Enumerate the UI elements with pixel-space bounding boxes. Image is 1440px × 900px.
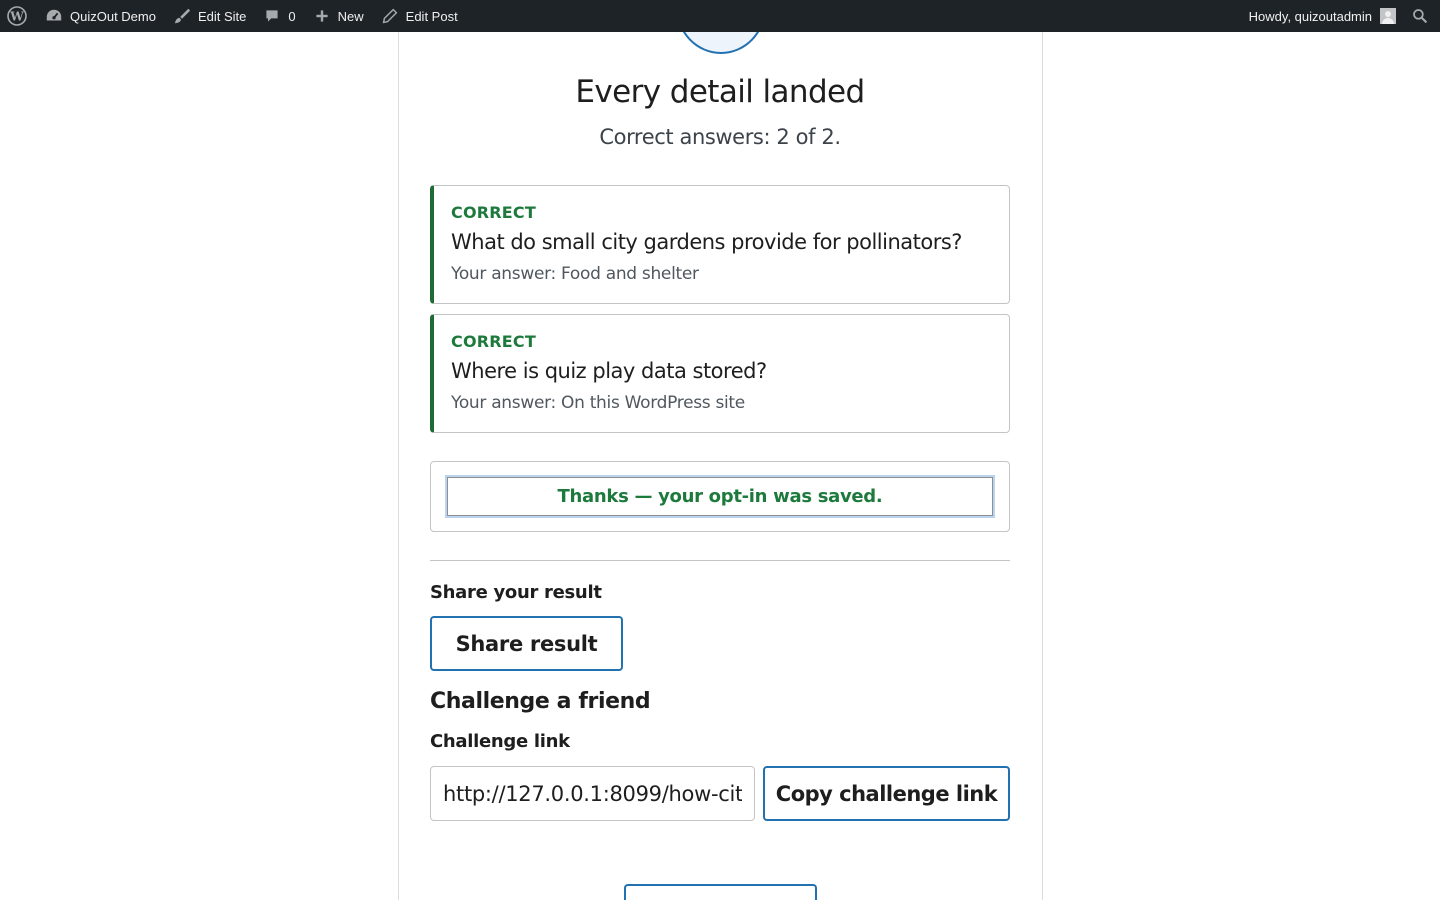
- comments-count: 0: [288, 8, 296, 24]
- edit-post-link[interactable]: Edit Post: [372, 0, 466, 32]
- section-divider: [430, 560, 1010, 561]
- answer-given: Your answer: On this WordPress site: [451, 393, 745, 413]
- optin-message: Thanks — your opt-in was saved.: [445, 475, 995, 518]
- answer-card: CORRECT Where is quiz play data stored? …: [430, 314, 1010, 433]
- edit-site-link[interactable]: Edit Site: [164, 0, 254, 32]
- account-greeting: Howdy, quizoutadmin: [1248, 8, 1372, 24]
- answer-status: CORRECT: [451, 203, 536, 222]
- brush-icon: [172, 6, 192, 26]
- answer-given: Your answer: Food and shelter: [451, 264, 699, 284]
- site-name-menu[interactable]: QuizOut Demo: [36, 0, 164, 32]
- share-label: Share your result: [430, 582, 602, 603]
- new-label: New: [337, 8, 364, 24]
- result-title: Every detail landed: [575, 74, 865, 110]
- share-result-button[interactable]: Share result: [430, 616, 623, 671]
- admin-bar-search[interactable]: [1404, 0, 1440, 32]
- pencil-icon: [380, 6, 400, 26]
- edit-site-label: Edit Site: [197, 8, 247, 24]
- comments-link[interactable]: 0: [254, 0, 303, 32]
- optin-confirmation: Thanks — your opt-in was saved.: [430, 461, 1010, 532]
- new-content-menu[interactable]: New: [304, 0, 372, 32]
- challenge-link-field[interactable]: [430, 766, 755, 821]
- wordpress-logo-icon: W: [6, 5, 28, 27]
- admin-bar: W QuizOut Demo Edit Site 0 New Edit Post…: [0, 0, 1440, 32]
- my-account-menu[interactable]: Howdy, quizoutadmin: [1241, 0, 1404, 32]
- avatar: [1380, 8, 1396, 24]
- edit-post-label: Edit Post: [405, 8, 458, 24]
- answer-card: CORRECT What do small city gardens provi…: [430, 185, 1010, 304]
- search-icon: [1410, 6, 1430, 26]
- next-action-button[interactable]: [624, 884, 817, 900]
- answer-question: What do small city gardens provide for p…: [451, 230, 962, 254]
- answer-status: CORRECT: [451, 332, 536, 351]
- plus-icon: [312, 6, 332, 26]
- site-name-label: QuizOut Demo: [70, 8, 156, 24]
- svg-text:W: W: [9, 10, 24, 24]
- answer-question: Where is quiz play data stored?: [451, 359, 767, 383]
- challenge-heading: Challenge a friend: [430, 689, 651, 714]
- wordpress-menu[interactable]: W: [0, 0, 36, 32]
- copy-challenge-link-button[interactable]: Copy challenge link: [763, 766, 1010, 821]
- result-score: Correct answers: 2 of 2.: [599, 125, 841, 149]
- comment-bubble-icon: [262, 6, 282, 26]
- admin-bar-right: Howdy, quizoutadmin: [1241, 0, 1440, 32]
- dashboard-icon: [44, 6, 64, 26]
- challenge-link-label: Challenge link: [430, 731, 570, 752]
- admin-bar-left: W QuizOut Demo Edit Site 0 New Edit Post: [0, 0, 466, 32]
